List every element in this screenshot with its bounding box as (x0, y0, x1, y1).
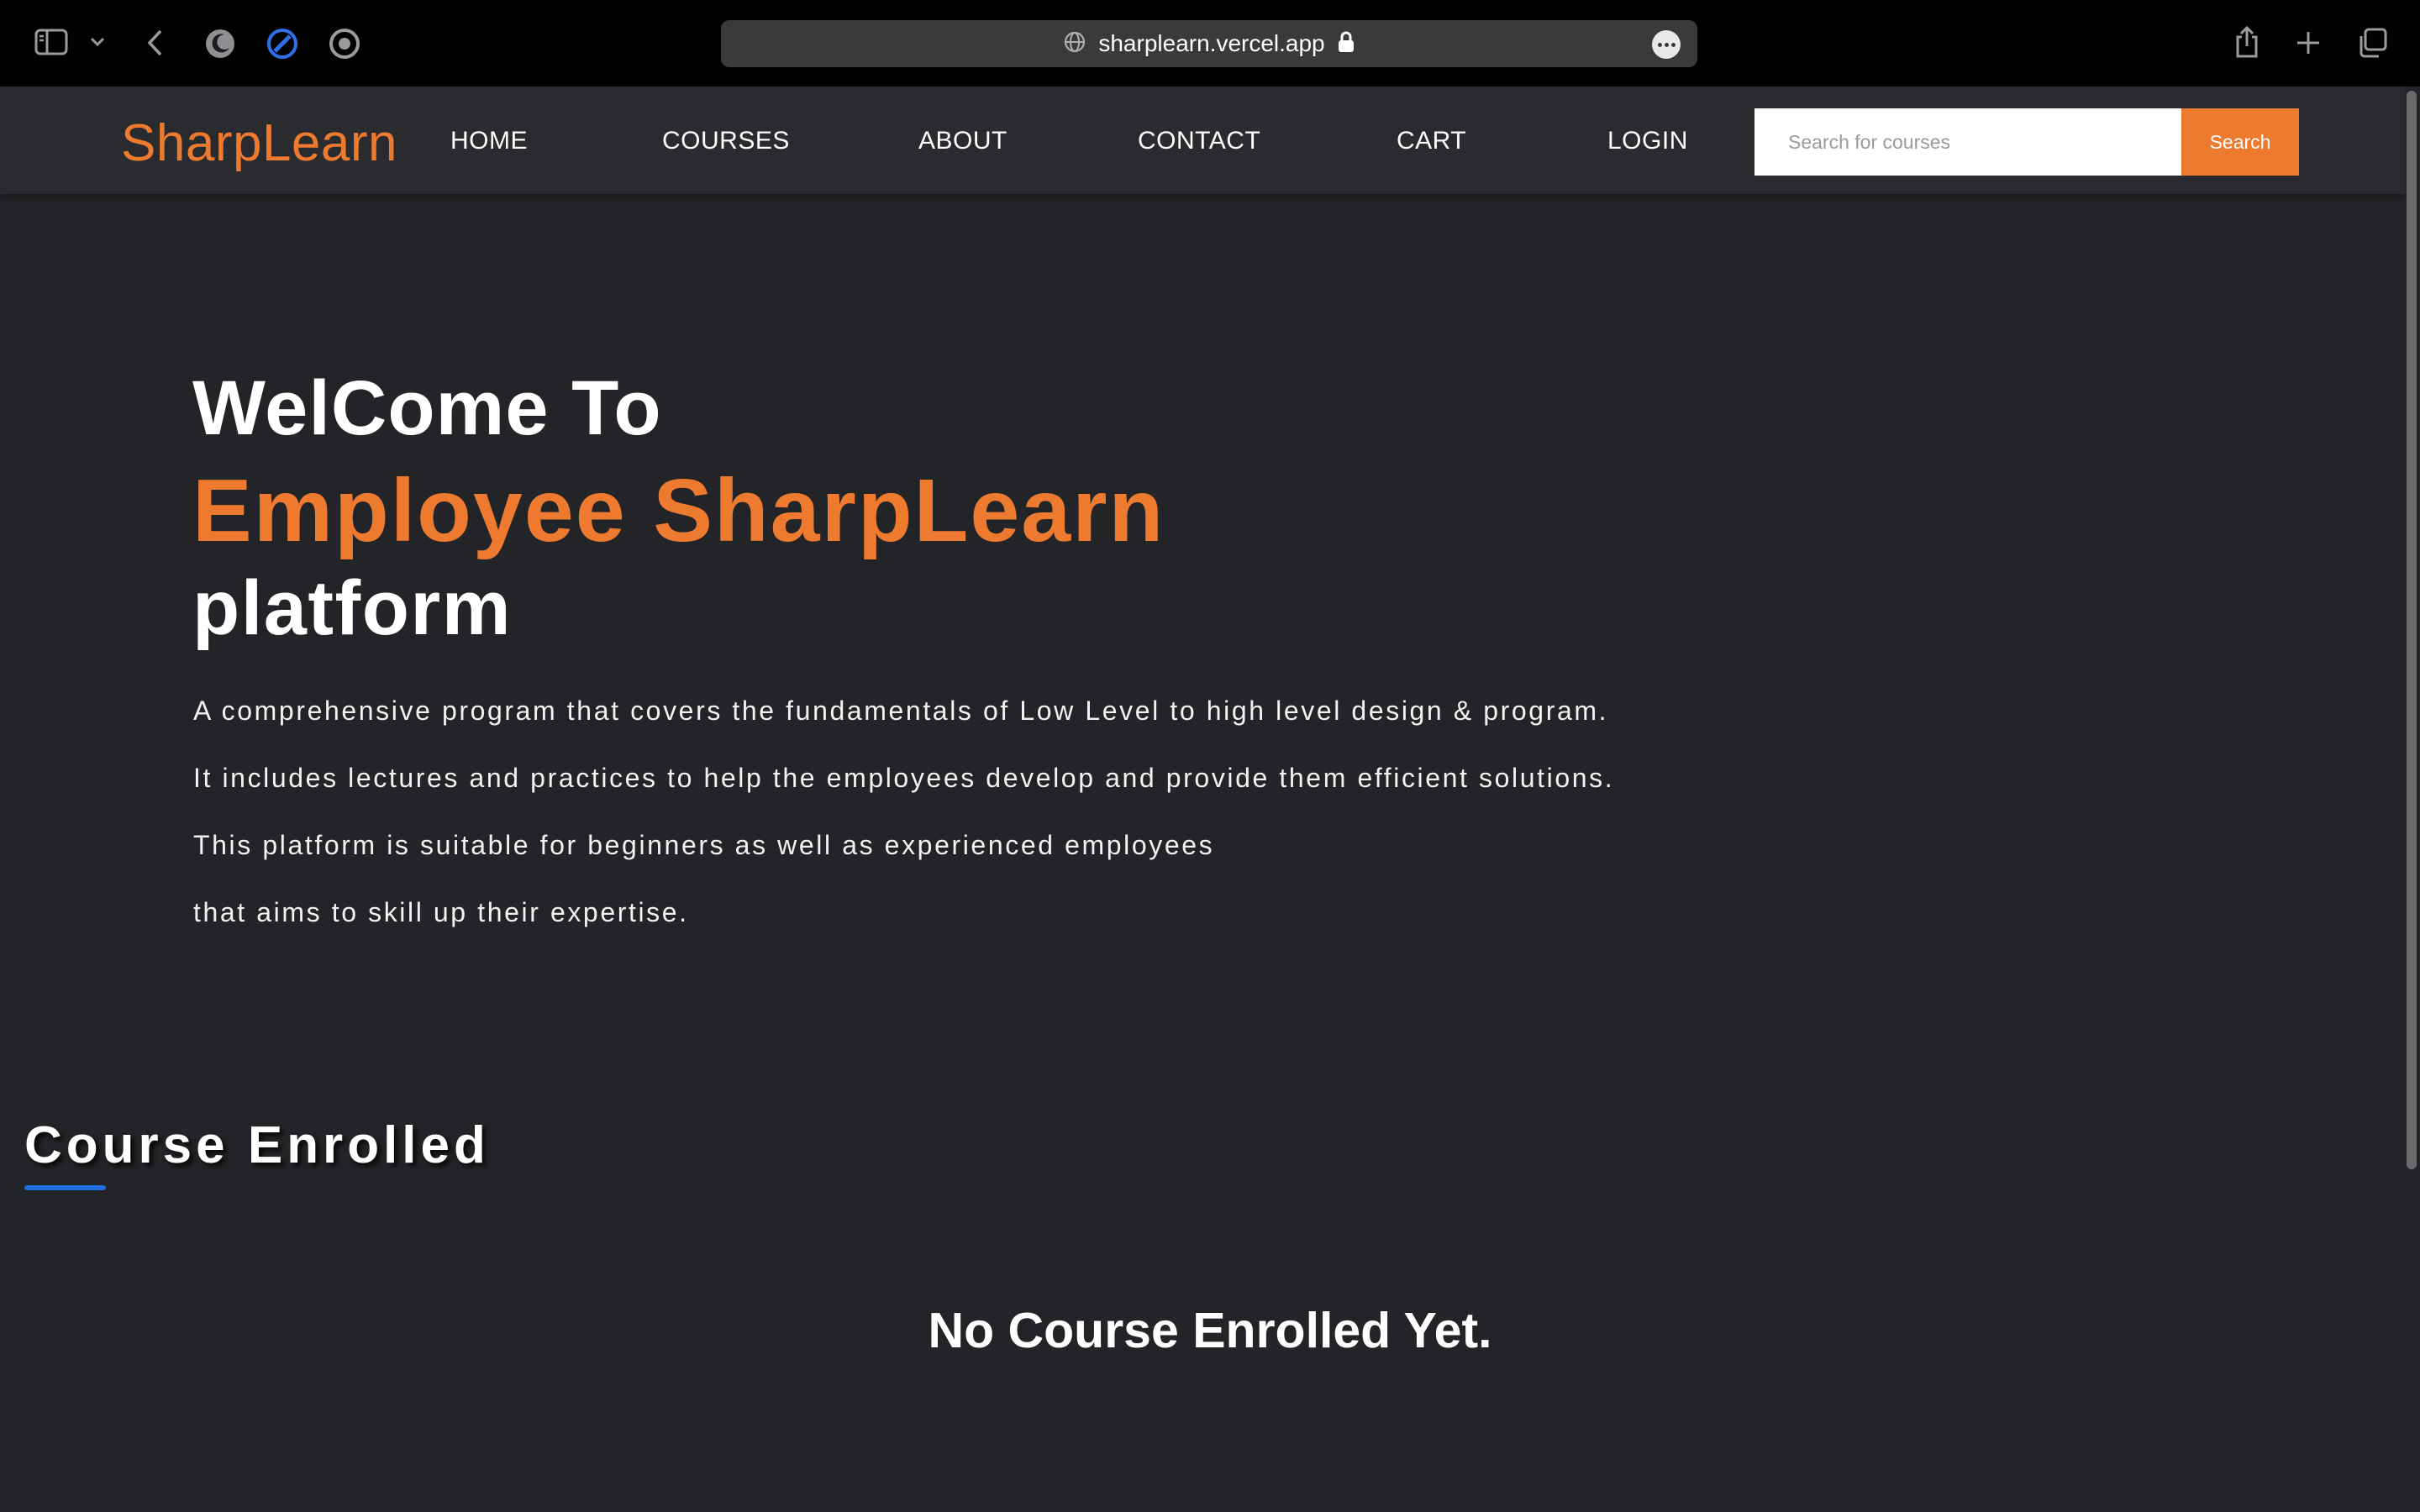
search-input[interactable] (1754, 108, 2181, 176)
scrollbar-thumb[interactable] (2407, 91, 2417, 1169)
empty-courses-message: No Course Enrolled Yet. (928, 1303, 1492, 1358)
tabs-icon[interactable] (2354, 25, 2390, 60)
extension-icon[interactable] (266, 27, 299, 60)
globe-icon (1063, 30, 1086, 58)
nav-courses[interactable]: COURSES (662, 127, 790, 155)
nav-home[interactable]: HOME (450, 127, 528, 155)
more-icon[interactable] (1652, 30, 1681, 59)
nav-login[interactable]: LOGIN (1607, 127, 1688, 155)
course-enrolled-title: Course Enrolled (24, 1116, 490, 1174)
section-underline (24, 1185, 106, 1190)
site-navbar: SharpLearn HOME COURSES ABOUT CONTACT CA… (0, 87, 2405, 194)
record-icon[interactable] (328, 27, 361, 60)
brand-logo[interactable]: SharpLearn (121, 113, 397, 173)
url-text: sharplearn.vercel.app (1098, 30, 1325, 56)
nav-cart[interactable]: CART (1397, 127, 1466, 155)
address-bar[interactable]: sharplearn.vercel.app (721, 20, 1697, 67)
lock-icon (1337, 30, 1355, 58)
chevron-down-icon[interactable] (87, 32, 108, 52)
search-button[interactable]: Search (2181, 108, 2299, 176)
plus-icon[interactable] (2292, 27, 2324, 59)
back-icon[interactable] (141, 27, 168, 59)
hero-description-line: A comprehensive program that covers the … (193, 696, 1609, 726)
hero-welcome-heading: WelCome To (192, 365, 662, 451)
moon-icon[interactable] (203, 27, 237, 60)
nav-about[interactable]: ABOUT (918, 127, 1007, 155)
hero-description-line: This platform is suitable for beginners … (193, 830, 1215, 860)
hero-description-line: It includes lectures and practices to he… (193, 763, 1615, 793)
browser-toolbar: sharplearn.vercel.app (0, 0, 2420, 87)
share-icon[interactable] (2232, 24, 2262, 60)
hero-description-line: that aims to skill up their expertise. (193, 897, 689, 927)
hero-platform-heading: platform (192, 565, 512, 651)
sidebar-icon[interactable] (32, 25, 71, 59)
hero-brand-heading: Employee SharpLearn (192, 461, 1165, 560)
nav-contact[interactable]: CONTACT (1138, 127, 1260, 155)
